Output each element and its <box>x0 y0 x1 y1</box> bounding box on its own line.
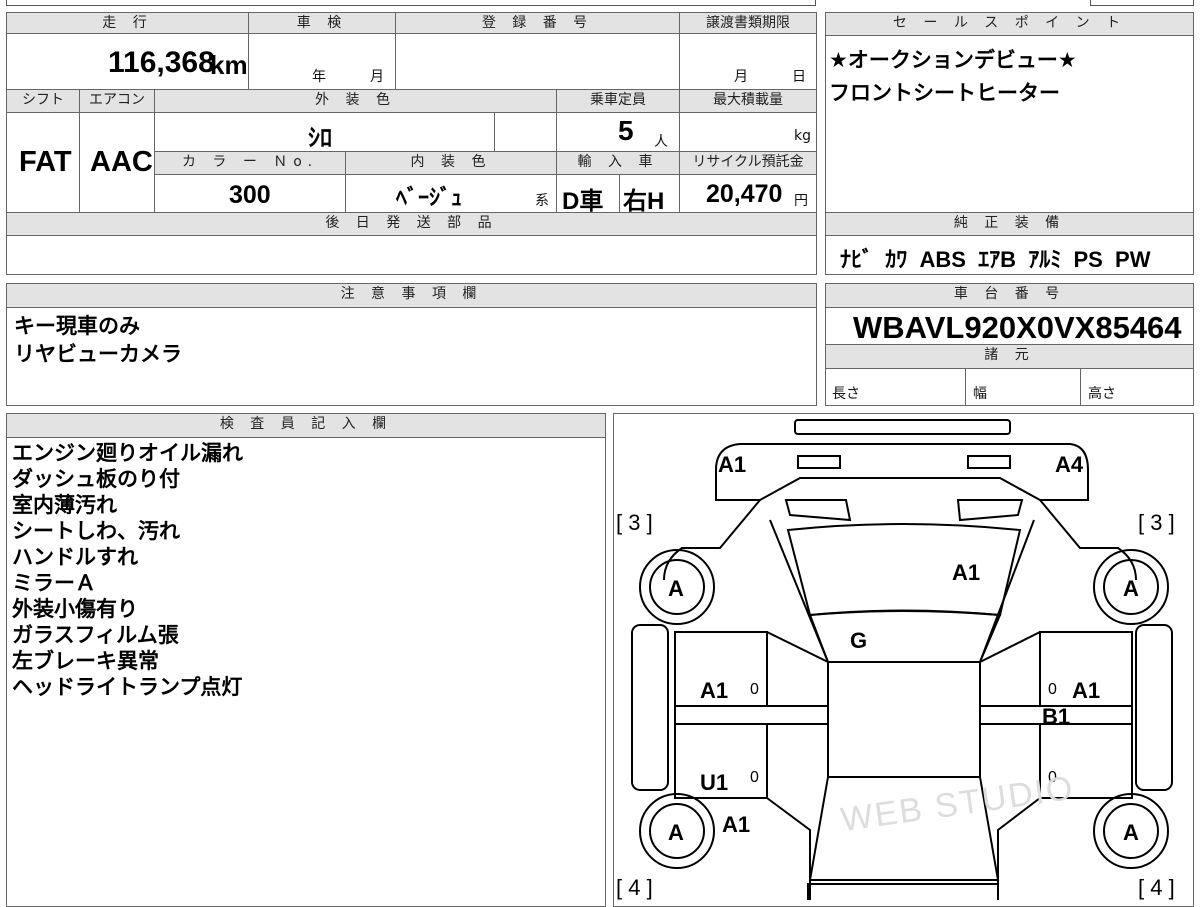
roof-outline <box>808 609 1002 663</box>
mark-left-rear-door: U1 <box>700 770 728 795</box>
hood-outline <box>715 443 1089 501</box>
mark-tire-rl: A <box>668 820 684 845</box>
tread-front-left: [ 3 ] <box>616 510 653 535</box>
rear-left-quarter <box>766 797 811 900</box>
front-bumper-shape <box>794 419 1011 435</box>
car-diagram: A1 A4 A1 G A1 A1 B1 U1 A1 A A A A [ 3 ] … <box>616 419 1175 900</box>
mark-left-rear-fender: A1 <box>722 812 750 837</box>
mark-tire-rr: A <box>1123 820 1139 845</box>
mark-right-front-door: A1 <box>1072 678 1100 703</box>
mark-tire-fl: A <box>668 576 684 601</box>
windshield-outline <box>786 523 1022 617</box>
mark-tire-fr: A <box>1123 576 1139 601</box>
zero-mark-lr: 0 <box>750 769 759 786</box>
mark-roof: G <box>850 628 867 653</box>
a-pillar-left <box>769 519 829 663</box>
rear-bumper-shape <box>807 883 999 900</box>
mark-front-right: A4 <box>1055 452 1084 477</box>
mark-front-left: A1 <box>718 452 746 477</box>
tread-front-right: [ 3 ] <box>1138 510 1175 535</box>
tread-rear-left: [ 4 ] <box>616 875 653 900</box>
mark-right-door-extra: B1 <box>1042 704 1070 729</box>
front-marker-right <box>967 455 1011 469</box>
mark-windshield: A1 <box>952 560 980 585</box>
left-sill <box>674 705 829 725</box>
tread-rear-right: [ 4 ] <box>1138 875 1175 900</box>
cabin-outline <box>827 661 981 778</box>
zero-mark-lf: 0 <box>750 681 759 698</box>
right-body-outline <box>1039 499 1137 581</box>
a-pillar-right <box>979 519 1035 663</box>
mark-left-front-door: A1 <box>700 678 728 703</box>
front-grille-left <box>784 499 852 522</box>
left-body-outline <box>663 499 761 581</box>
left-mirror-shape <box>631 624 669 791</box>
front-marker-left <box>797 455 841 469</box>
front-grille-right <box>956 499 1024 522</box>
right-mirror-shape <box>1135 624 1173 791</box>
zero-mark-rf: 0 <box>1048 681 1057 698</box>
